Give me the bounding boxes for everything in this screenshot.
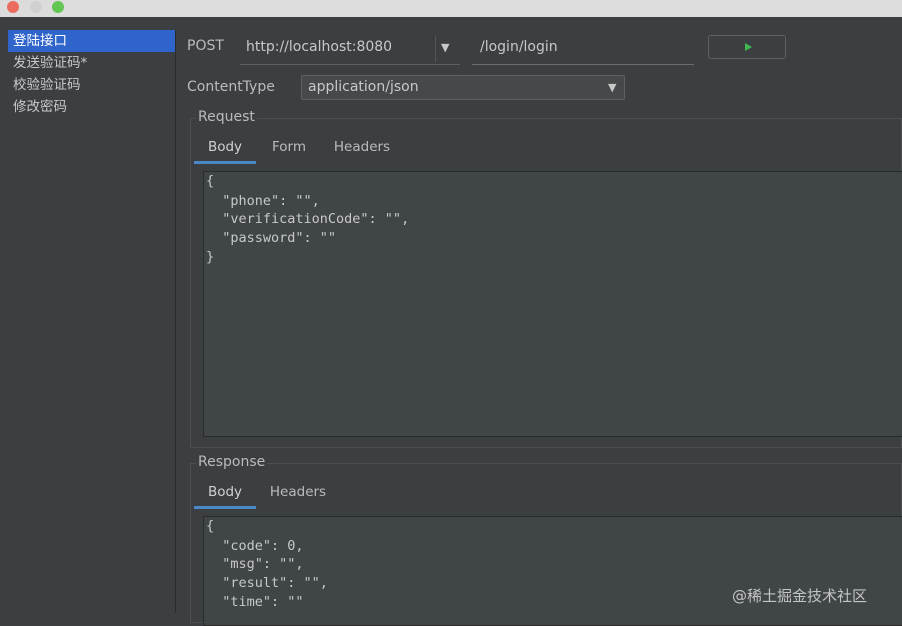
- sidebar-item-login[interactable]: 登陆接口: [8, 30, 175, 52]
- tab-response-body[interactable]: Body: [194, 479, 256, 509]
- tab-request-form[interactable]: Form: [258, 134, 320, 164]
- content-type-select[interactable]: application/json ▼: [301, 75, 625, 100]
- content-type-label: ContentType: [187, 79, 275, 95]
- close-window-button[interactable]: [7, 1, 19, 13]
- code-line: {: [206, 173, 215, 189]
- code-line: {: [206, 518, 215, 534]
- host-divider: [435, 36, 436, 62]
- code-line: "phone": "",: [206, 193, 320, 209]
- code-line: "time": "": [206, 594, 304, 610]
- maximize-window-button[interactable]: [52, 1, 64, 13]
- code-line: }: [206, 249, 215, 265]
- response-body-editor[interactable]: { "code": 0, "msg": "", "result": "", "t…: [203, 516, 902, 626]
- code-line: "result": "",: [206, 575, 328, 591]
- tab-request-body[interactable]: Body: [194, 134, 256, 164]
- path-input[interactable]: /login/login: [472, 34, 694, 65]
- send-request-button[interactable]: [708, 35, 786, 59]
- chevron-down-icon[interactable]: ▼: [441, 41, 449, 54]
- play-icon: [745, 43, 752, 51]
- window-titlebar: [0, 0, 902, 17]
- host-value: http://localhost:8080: [246, 39, 393, 55]
- content-type-value: application/json: [308, 79, 419, 95]
- http-method-label: POST: [187, 38, 224, 54]
- tab-request-headers[interactable]: Headers: [324, 134, 400, 164]
- host-select[interactable]: http://localhost:8080 ▼: [240, 34, 460, 65]
- code-line: "verificationCode": "",: [206, 211, 410, 227]
- code-line: "code": 0,: [206, 538, 304, 554]
- code-line: "msg": "",: [206, 556, 304, 572]
- request-body-editor[interactable]: { "phone": "", "verificationCode": "", "…: [203, 171, 902, 437]
- sidebar-item-verify-code[interactable]: 校验验证码: [8, 74, 175, 96]
- request-panel: Request Body Form Headers { "phone": "",…: [190, 109, 902, 448]
- minimize-window-button[interactable]: [30, 1, 42, 13]
- request-title: Request: [196, 109, 257, 125]
- code-line: "password": "": [206, 230, 337, 246]
- response-title: Response: [196, 454, 268, 470]
- path-value: /login/login: [480, 39, 558, 55]
- watermark-text: @稀土掘金技术社区: [732, 587, 868, 605]
- sidebar-item-send-code[interactable]: 发送验证码*: [8, 52, 175, 74]
- tab-response-headers[interactable]: Headers: [260, 479, 336, 509]
- sidebar-item-change-password[interactable]: 修改密码: [8, 96, 175, 118]
- api-list-sidebar: 登陆接口 发送验证码* 校验验证码 修改密码: [8, 30, 176, 613]
- chevron-down-icon: ▼: [608, 81, 617, 94]
